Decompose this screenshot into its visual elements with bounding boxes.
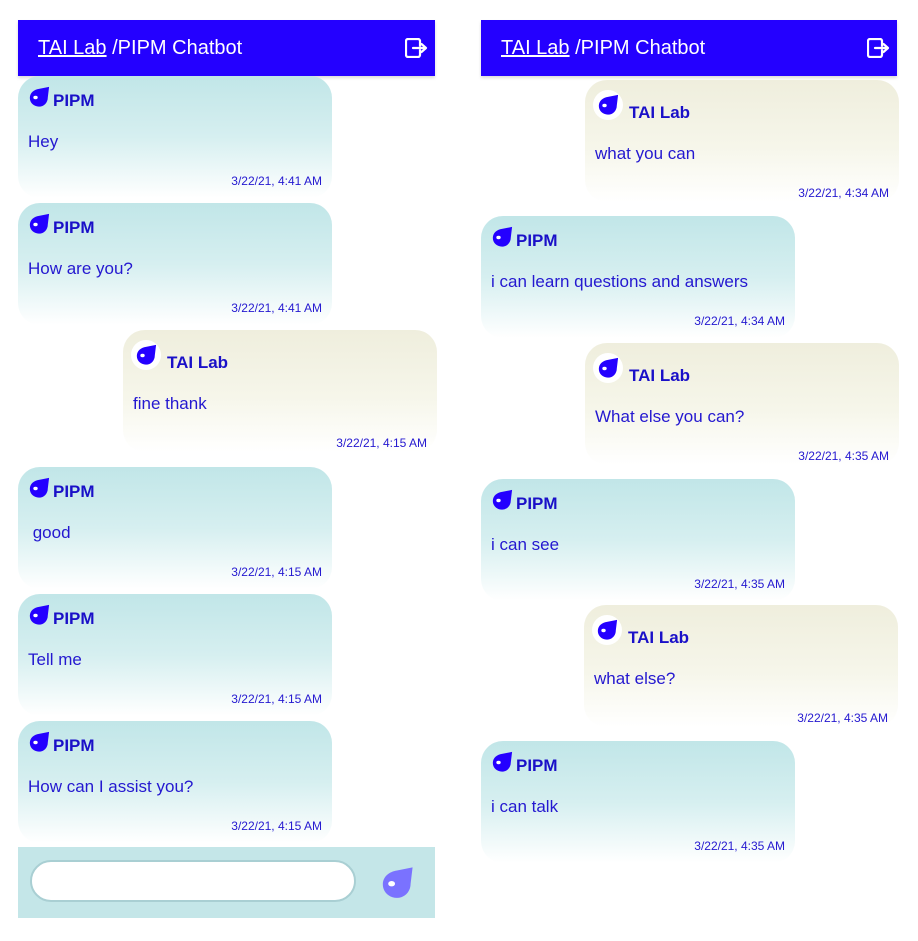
- message-bot: PIPM Hey 3/22/21, 4:41 AM: [18, 76, 332, 198]
- logout-icon[interactable]: [867, 38, 891, 58]
- tai-lab-avatar-icon: [135, 344, 157, 366]
- user-avatar: [593, 353, 623, 383]
- tai-lab-link[interactable]: TAI Lab: [501, 37, 570, 59]
- message-timestamp: 3/22/21, 4:35 AM: [797, 711, 888, 725]
- message-bot: PIPM How can I assist you? 3/22/21, 4:15…: [18, 721, 332, 843]
- message-user: TAI Lab what you can 3/22/21, 4:34 AM: [585, 80, 899, 202]
- sender-name: PIPM: [53, 91, 95, 110]
- message-user: TAI Lab fine thank 3/22/21, 4:15 AM: [123, 330, 437, 452]
- message-user: TAI Lab what else? 3/22/21, 4:35 AM: [584, 605, 898, 727]
- message-text: what else?: [594, 669, 676, 688]
- pipm-avatar-icon: [28, 86, 50, 108]
- message-input[interactable]: [30, 860, 356, 902]
- tai-lab-avatar-icon: [597, 357, 619, 379]
- user-avatar: [131, 340, 161, 370]
- sender-name: TAI Lab: [167, 353, 229, 372]
- sender-name: PIPM: [53, 609, 95, 628]
- sender-name: PIPM: [516, 756, 558, 775]
- message-text: i can see: [491, 535, 560, 554]
- page-title: TAI Lab /PIPM Chatbot: [501, 36, 705, 60]
- pipm-avatar-icon: [28, 213, 50, 235]
- app-header: TAI Lab /PIPM Chatbot: [481, 20, 897, 76]
- message-timestamp: 3/22/21, 4:15 AM: [231, 819, 322, 833]
- message-timestamp: 3/22/21, 4:35 AM: [798, 449, 889, 463]
- sender-name: PIPM: [516, 231, 558, 250]
- message-text: fine thank: [133, 394, 207, 413]
- app-header: TAI Lab /PIPM Chatbot: [18, 20, 435, 76]
- message-bot: PIPM How are you? 3/22/21, 4:41 AM: [18, 203, 332, 325]
- message-bot: PIPM i can see 3/22/21, 4:35 AM: [481, 479, 795, 601]
- message-text: How are you?: [28, 259, 133, 278]
- message-timestamp: 3/22/21, 4:34 AM: [798, 186, 889, 200]
- chat-panel-right: TAI Lab /PIPM Chatbot TAI Lab what you c…: [481, 20, 899, 900]
- message-composer: [18, 847, 435, 918]
- message-text: What else you can?: [595, 407, 745, 426]
- pipm-avatar-icon: [28, 477, 50, 499]
- sender-name: PIPM: [516, 494, 558, 513]
- tai-lab-avatar-icon: [597, 94, 619, 116]
- pipm-avatar-icon: [28, 604, 50, 626]
- page-title: TAI Lab /PIPM Chatbot: [38, 36, 242, 60]
- message-timestamp: 3/22/21, 4:15 AM: [231, 565, 322, 579]
- sender-name: PIPM: [53, 218, 95, 237]
- chat-panel-left: TAI Lab /PIPM Chatbot PIPM Hey 3/22/21, …: [18, 20, 437, 920]
- pipm-avatar-icon: [491, 751, 513, 773]
- logout-icon[interactable]: [405, 38, 429, 58]
- message-bot: PIPM i can learn questions and answers 3…: [481, 216, 795, 338]
- message-text: good: [28, 523, 71, 542]
- message-timestamp: 3/22/21, 4:35 AM: [694, 577, 785, 591]
- sender-name: PIPM: [53, 482, 95, 501]
- sender-name: PIPM: [53, 736, 95, 755]
- sender-name: TAI Lab: [629, 103, 691, 122]
- message-text: Hey: [28, 132, 59, 151]
- message-bot: PIPM i can talk 3/22/21, 4:35 AM: [481, 741, 795, 863]
- message-text: i can talk: [491, 797, 559, 816]
- user-avatar: [592, 615, 622, 645]
- sender-name: TAI Lab: [628, 628, 690, 647]
- sender-name: TAI Lab: [629, 366, 691, 385]
- message-timestamp: 3/22/21, 4:15 AM: [231, 692, 322, 706]
- chatbot-title: /PIPM Chatbot: [569, 37, 706, 59]
- message-bot: PIPM good 3/22/21, 4:15 AM: [18, 467, 332, 589]
- chatbot-title: /PIPM Chatbot: [106, 37, 243, 59]
- message-timestamp: 3/22/21, 4:15 AM: [336, 436, 427, 450]
- message-user: TAI Lab What else you can? 3/22/21, 4:35…: [585, 343, 899, 465]
- pipm-avatar-icon: [491, 489, 513, 511]
- pipm-avatar-icon: [28, 731, 50, 753]
- tai-lab-link[interactable]: TAI Lab: [38, 37, 107, 59]
- pipm-avatar-icon: [491, 226, 513, 248]
- message-timestamp: 3/22/21, 4:41 AM: [231, 301, 322, 315]
- message-bot: PIPM Tell me 3/22/21, 4:15 AM: [18, 594, 332, 716]
- message-timestamp: 3/22/21, 4:41 AM: [231, 174, 322, 188]
- message-text: How can I assist you?: [28, 777, 194, 796]
- tai-lab-avatar-icon: [596, 619, 618, 641]
- user-avatar: [593, 90, 623, 120]
- message-text: i can learn questions and answers: [491, 272, 749, 291]
- message-text: Tell me: [28, 650, 82, 669]
- message-timestamp: 3/22/21, 4:34 AM: [694, 314, 785, 328]
- message-timestamp: 3/22/21, 4:35 AM: [694, 839, 785, 853]
- message-text: what you can: [595, 144, 696, 163]
- send-icon[interactable]: [380, 866, 414, 900]
